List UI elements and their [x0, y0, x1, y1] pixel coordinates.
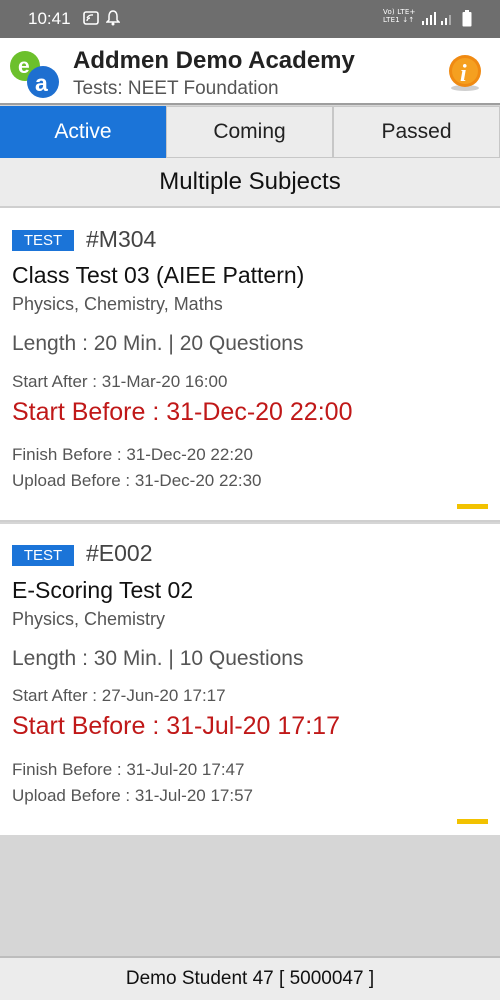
test-card[interactable]: TEST #E002 E-Scoring Test 02 Physics, Ch…	[0, 524, 500, 835]
test-length: Length : 20 Min. | 20 Questions	[12, 332, 304, 355]
svg-text:i: i	[460, 61, 467, 87]
app-subtitle: Tests: NEET Foundation	[73, 78, 279, 99]
finish-before: Finish Before : 31-Jul-20 17:47	[12, 760, 245, 779]
tab-passed[interactable]: Passed	[333, 106, 500, 158]
test-id: #E002	[86, 540, 153, 566]
footer-student-info: Demo Student 47 [ 5000047 ]	[0, 956, 500, 1000]
test-subjects: Physics, Chemistry, Maths	[12, 294, 223, 314]
finish-before: Finish Before : 31-Dec-20 22:20	[12, 445, 253, 464]
info-icon[interactable]: i	[446, 54, 484, 92]
svg-text:a: a	[35, 70, 48, 96]
upload-before: Upload Before : 31-Dec-20 22:30	[12, 471, 262, 490]
network-label-bottom: LTE1 ↓↑	[383, 16, 415, 24]
tab-coming[interactable]: Coming	[166, 106, 333, 158]
start-before: Start Before : 31-Dec-20 22:00	[12, 398, 353, 426]
status-bar: 10:41 Vo) LTE+ LTE1 ↓↑	[0, 0, 500, 38]
upload-before: Upload Before : 31-Jul-20 17:57	[12, 786, 253, 805]
tab-active[interactable]: Active	[0, 106, 166, 158]
app-title: Addmen Demo Academy	[73, 47, 355, 74]
start-after: Start After : 27-Jun-20 17:17	[12, 686, 226, 705]
start-after: Start After : 31-Mar-20 16:00	[12, 372, 228, 391]
status-indicator	[457, 504, 488, 509]
network-label-top: Vo) LTE+	[383, 8, 416, 16]
network-type: Vo) LTE+ LTE1 ↓↑	[383, 8, 416, 24]
app-bar: e a Addmen Demo Academy Tests: NEET Foun…	[0, 38, 500, 105]
svg-text:e: e	[18, 55, 30, 78]
start-before: Start Before : 31-Jul-20 17:17	[12, 712, 340, 740]
ea-logo-icon: e a	[10, 51, 59, 98]
tab-bar: Active Coming Passed	[0, 106, 500, 158]
notification-bell-icon	[106, 10, 120, 26]
signal-icon	[422, 12, 436, 25]
signal-2-icon	[441, 15, 451, 25]
section-title: Multiple Subjects	[0, 158, 500, 208]
test-badge: TEST	[12, 545, 74, 566]
test-id: #M304	[86, 226, 157, 252]
status-time: 10:41	[28, 9, 71, 28]
test-name: Class Test 03 (AIEE Pattern)	[12, 262, 305, 288]
test-name: E-Scoring Test 02	[12, 577, 194, 603]
test-subjects: Physics, Chemistry	[12, 609, 166, 629]
test-badge: TEST	[12, 230, 74, 251]
test-length: Length : 30 Min. | 10 Questions	[12, 647, 304, 670]
status-indicator	[457, 819, 488, 824]
cast-icon	[83, 11, 99, 25]
test-card[interactable]: TEST #M304 Class Test 03 (AIEE Pattern) …	[0, 208, 500, 522]
battery-icon	[462, 10, 472, 27]
